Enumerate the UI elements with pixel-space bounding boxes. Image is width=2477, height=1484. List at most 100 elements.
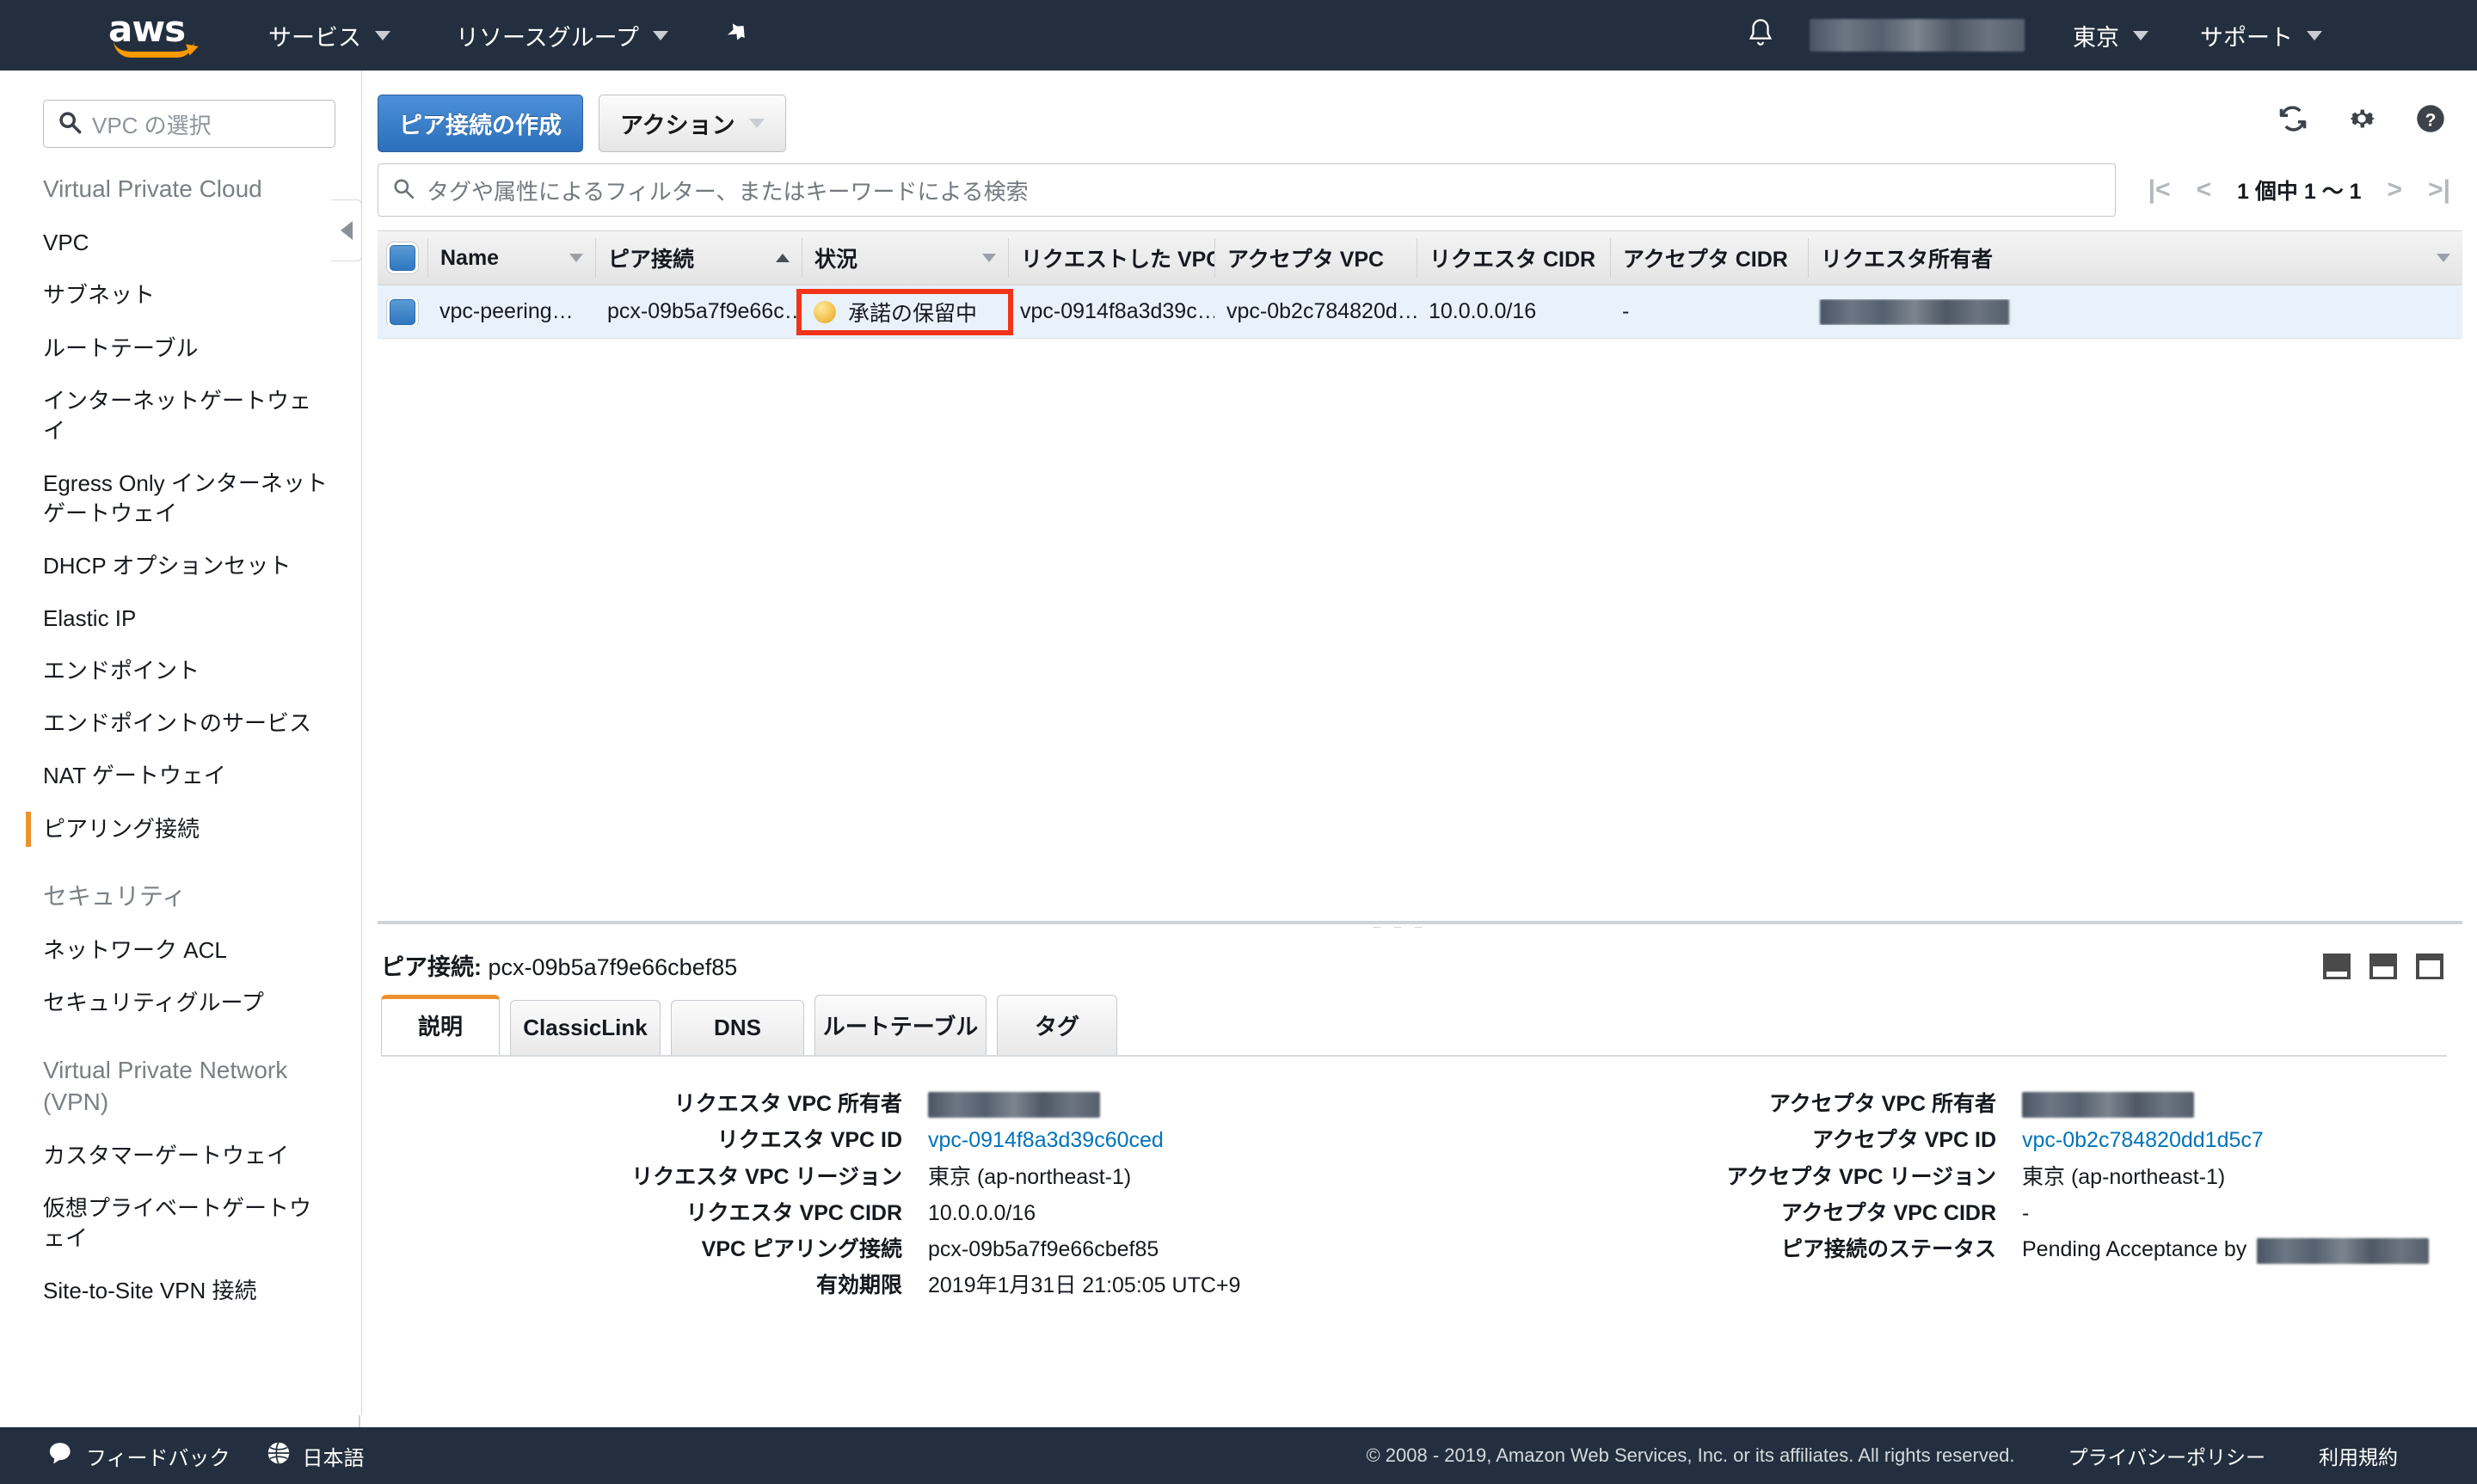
terms-of-use-link[interactable]: 利用規約 (2319, 1441, 2398, 1470)
table-row[interactable]: vpc-peering… pcx-09b5a7f9e66c… 承諾の保留中 vp… (378, 285, 2462, 339)
vpc-select-placeholder: VPC の選択 (92, 108, 212, 140)
chevron-down-icon (749, 119, 765, 128)
account-name-redacted[interactable] (1810, 19, 2025, 52)
language-button[interactable]: 日本語 (267, 1441, 365, 1471)
detail-tab[interactable]: DNS (671, 1000, 804, 1057)
sidebar-item[interactable]: DHCP オプションセット (0, 540, 361, 592)
column-header-requester-owner-label: リクエスタ所有者 (1821, 242, 1993, 273)
chevron-left-icon (341, 221, 353, 240)
detail-fields-left: リクエスタ VPC 所有者リクエスタ VPC IDvpc-0914f8a3d39… (378, 1091, 1420, 1309)
footer-gap (0, 1415, 2477, 1427)
detail-field-value[interactable]: vpc-0914f8a3d39c60ced (928, 1127, 1164, 1154)
sidebar-nav: Virtual Private CloudVPCサブネットルートテーブルインター… (0, 148, 361, 1317)
feedback-button[interactable]: フィードバック (48, 1441, 230, 1471)
aws-logo-smile (114, 40, 194, 58)
actions-dropdown-button[interactable]: アクション (599, 95, 786, 152)
column-header-status[interactable]: 状況 (802, 238, 1008, 278)
detail-field-label: アクセプタ VPC ID (1420, 1127, 2022, 1154)
panel-small-icon[interactable] (2323, 954, 2351, 979)
detail-field-row: リクエスタ VPC リージョン東京 (ap-northeast-1) (378, 1164, 1420, 1191)
cell-status: 承諾の保留中 (802, 297, 1008, 328)
help-icon[interactable]: ? (2415, 103, 2446, 138)
pagination-controls: |< < 1 個中 1 〜 1 > >| (2128, 163, 2462, 217)
redacted-value (2022, 1092, 2194, 1118)
detail-field-value[interactable]: vpc-0b2c784820dd1d5c7 (2022, 1127, 2264, 1154)
sidebar-item[interactable]: ルートテーブル (0, 322, 361, 375)
cell-accepter-vpc: vpc-0b2c784820d… (1214, 299, 1417, 324)
nav-services-label: サービス (268, 19, 361, 52)
detail-field-label: 有効期限 (378, 1272, 928, 1299)
column-header-requester-cidr[interactable]: リクエスタ CIDR (1417, 238, 1610, 278)
select-all-header[interactable] (378, 238, 427, 278)
search-input[interactable]: タグや属性によるフィルター、またはキーワードによる検索 (378, 163, 2116, 217)
cell-name: vpc-peering… (427, 299, 595, 324)
column-header-accepter-cidr[interactable]: アクセプタ CIDR (1610, 238, 1808, 278)
sidebar-item[interactable]: カスタマーゲートウェイ (0, 1130, 361, 1182)
detail-tab[interactable]: ClassicLink (510, 1000, 661, 1057)
sidebar-item[interactable]: インターネットゲートウェイ (0, 375, 361, 457)
detail-field-label: VPC ピアリング接続 (378, 1236, 928, 1263)
requester-owner-redacted (1820, 299, 2009, 325)
aws-logo-wordmark: aws (108, 15, 203, 44)
detail-tab[interactable]: 説明 (381, 995, 500, 1057)
pin-icon[interactable] (712, 15, 753, 56)
panel-divider[interactable] (378, 921, 2462, 924)
column-header-peering-label: ピア接続 (608, 242, 694, 273)
refresh-icon[interactable] (2277, 103, 2308, 138)
column-header-peering[interactable]: ピア接続 (595, 238, 802, 278)
detail-field-value: Pending Acceptance by (2022, 1236, 2429, 1263)
sidebar-item[interactable]: ネットワーク ACL (0, 924, 361, 977)
sidebar-item[interactable]: エンドポイントのサービス (0, 697, 361, 750)
row-select-cell[interactable] (378, 299, 427, 325)
footer-right-group: © 2008 - 2019, Amazon Web Services, Inc.… (1366, 1441, 2398, 1470)
detail-tab[interactable]: ルートテーブル (814, 995, 986, 1057)
create-peering-connection-button[interactable]: ピア接続の作成 (378, 95, 583, 152)
sidebar-item[interactable]: Elastic IP (0, 592, 361, 645)
aws-logo[interactable]: aws (108, 15, 203, 56)
nav-support[interactable]: サポート (2200, 19, 2322, 52)
column-header-requester-vpc[interactable]: リクエストした VPC (1008, 238, 1214, 278)
action-toolbar: ピア接続の作成 アクション (378, 95, 786, 152)
sidebar-item[interactable]: VPC (0, 217, 361, 269)
detail-field-value: pcx-09b5a7f9e66cbef85 (928, 1236, 1159, 1263)
detail-field-row: リクエスタ VPC IDvpc-0914f8a3d39c60ced (378, 1127, 1420, 1154)
detail-tab[interactable]: タグ (997, 995, 1117, 1057)
nav-region[interactable]: 東京 (2073, 19, 2148, 52)
main-area: VPC の選択 Virtual Private CloudVPCサブネットルート… (0, 71, 2477, 1427)
globe-icon (267, 1441, 291, 1471)
page-prev-icon[interactable]: < (2197, 175, 2212, 205)
sidebar-item[interactable]: エンドポイント (0, 645, 361, 697)
top-navigation-bar: aws サービス リソースグループ 東京 サポート (0, 0, 2477, 71)
sidebar-item[interactable]: 仮想プライベートゲートウェイ (0, 1182, 361, 1265)
panel-large-icon[interactable] (2416, 954, 2443, 979)
nav-right-cluster: 東京 サポート (1746, 17, 2374, 54)
privacy-policy-link[interactable]: プライバシーポリシー (2068, 1441, 2265, 1470)
nav-resource-groups[interactable]: リソースグループ (456, 19, 668, 52)
bell-icon[interactable] (1746, 17, 1775, 54)
column-header-accepter-vpc[interactable]: アクセプタ VPC (1214, 238, 1417, 278)
detail-field-row: アクセプタ VPC 所有者 (1420, 1091, 2462, 1118)
gear-icon[interactable] (2346, 103, 2377, 138)
sidebar-item[interactable]: サブネット (0, 269, 361, 322)
sidebar-collapse-toggle[interactable] (331, 199, 362, 261)
sidebar-item[interactable]: Egress Only インターネットゲートウェイ (0, 457, 361, 540)
select-all-checkbox[interactable] (390, 245, 415, 271)
sidebar-item[interactable]: Site-to-Site VPN 接続 (0, 1265, 361, 1317)
page-next-icon[interactable]: > (2388, 175, 2403, 205)
row-select-checkbox[interactable] (390, 299, 415, 325)
sidebar-item[interactable]: セキュリティグループ (0, 977, 361, 1029)
sidebar-item[interactable]: ピアリング接続 (0, 803, 361, 855)
nav-resource-groups-label: リソースグループ (456, 19, 639, 52)
peering-connections-table: Name ピア接続 状況 リクエストした VPC アクセプタ VPC (378, 230, 2462, 339)
panel-medium-icon[interactable] (2369, 954, 2397, 979)
column-header-requester-owner[interactable]: リクエスタ所有者 (1808, 238, 2462, 278)
page-first-icon[interactable]: |< (2148, 175, 2171, 205)
detail-field-value: 東京 (ap-northeast-1) (928, 1164, 1131, 1191)
sidebar-item[interactable]: NAT ゲートウェイ (0, 750, 361, 802)
column-header-name[interactable]: Name (427, 238, 595, 278)
nav-services[interactable]: サービス (268, 19, 390, 52)
page-last-icon[interactable]: >| (2428, 175, 2450, 205)
cell-requester-owner (1808, 299, 2462, 325)
detail-field-value: - (2022, 1200, 2029, 1227)
vpc-select-input[interactable]: VPC の選択 (43, 100, 335, 148)
